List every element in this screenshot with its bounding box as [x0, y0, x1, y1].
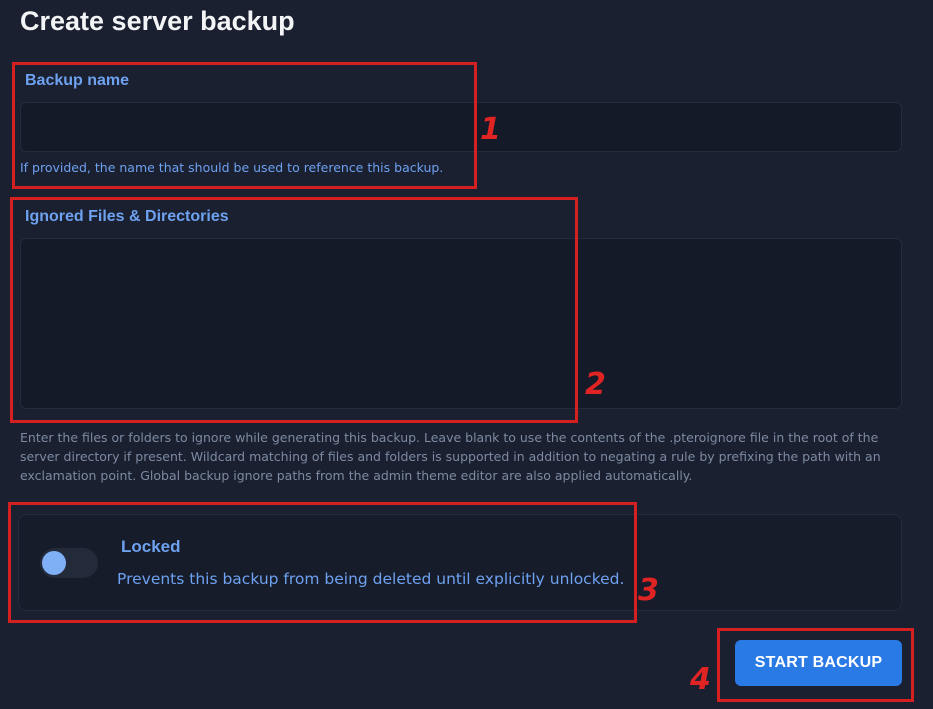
- page-title: Create server backup: [20, 6, 295, 36]
- annotation-number-4: 4: [690, 662, 711, 697]
- annotation-box-3: [8, 502, 637, 623]
- annotation-box-4: [717, 628, 914, 702]
- annotation-number-1: 1: [480, 112, 501, 147]
- annotation-box-1: [12, 62, 477, 189]
- annotation-number-2: 2: [585, 367, 606, 402]
- annotation-box-2: [10, 197, 578, 423]
- ignored-files-help: Enter the files or folders to ignore whi…: [20, 430, 881, 483]
- annotation-number-3: 3: [638, 573, 659, 608]
